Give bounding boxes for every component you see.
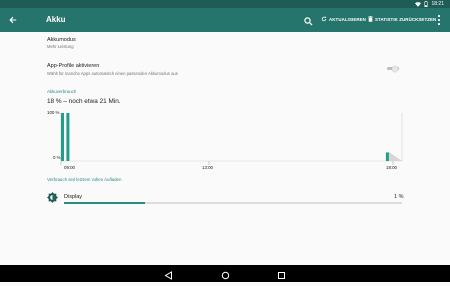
usage-progress-track [64,202,402,204]
usage-item-percent: 1 % [394,194,404,200]
chart-bar [61,113,64,161]
usage-section-header: Verbrauch seit letztem vollen Aufladen [47,177,122,182]
x-tick-label-1300: 13:00 [202,165,213,170]
nav-home-button[interactable] [220,268,231,280]
nav-recents-icon [278,272,285,279]
x-tick-label-1800: 18:00 [386,165,397,170]
x-tick-label-0900: 09:00 [64,165,75,170]
projection-area [389,152,402,161]
chart-bar [66,113,70,161]
usage-item-display[interactable]: Display 1 % [44,189,408,209]
brightness-icon [47,192,58,203]
battery-chart [60,113,403,165]
usage-progress-fill [64,202,146,204]
nav-back-icon [164,271,172,280]
nav-back-button[interactable] [163,268,174,280]
navigation-bar [0,265,450,282]
nav-home-icon [221,271,230,280]
chart-bar [385,152,389,161]
usage-item-label: Display [64,194,83,200]
nav-recents-button[interactable] [276,268,287,279]
